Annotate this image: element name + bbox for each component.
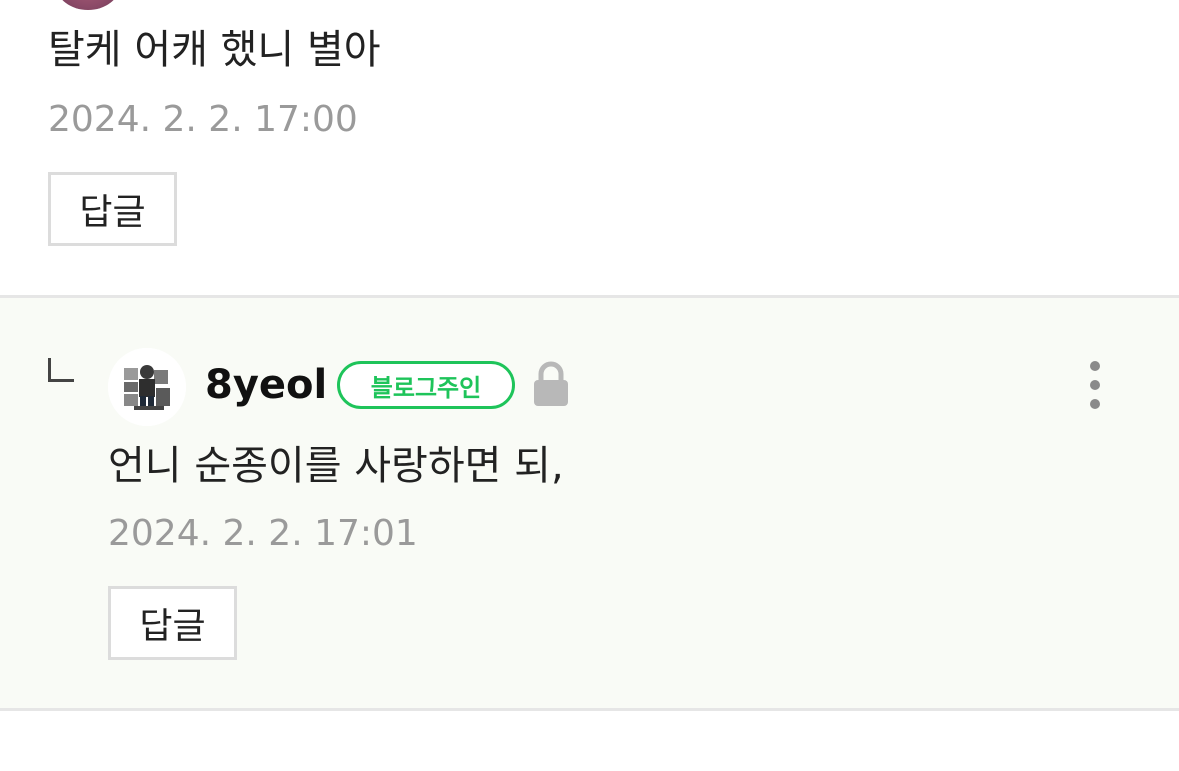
comment-thread: 탈케 어캐 했니 별아 2024. 2. 2. 17:00 답글 8yeol 블… [0,0,1179,771]
reply-arrow-icon [48,358,74,382]
reply-comment-date: 2024. 2. 2. 17:01 [108,513,418,554]
parent-reply-button[interactable]: 답글 [48,172,177,246]
avatar-image [108,348,186,426]
divider-bottom [0,708,1179,711]
more-vertical-icon[interactable] [1080,358,1110,414]
avatar[interactable] [108,348,186,426]
reply-reply-button[interactable]: 답글 [108,586,237,660]
blog-owner-badge: 블로그주인 [337,361,515,409]
parent-comment-date: 2024. 2. 2. 17:00 [48,99,358,140]
parent-comment-avatar[interactable] [56,0,120,10]
reply-comment-text: 언니 순종이를 사랑하면 되, [108,443,564,489]
parent-comment-text: 탈케 어캐 했니 별아 [48,27,381,73]
lock-icon [532,361,570,407]
author-nickname[interactable]: 8yeol [205,360,327,410]
